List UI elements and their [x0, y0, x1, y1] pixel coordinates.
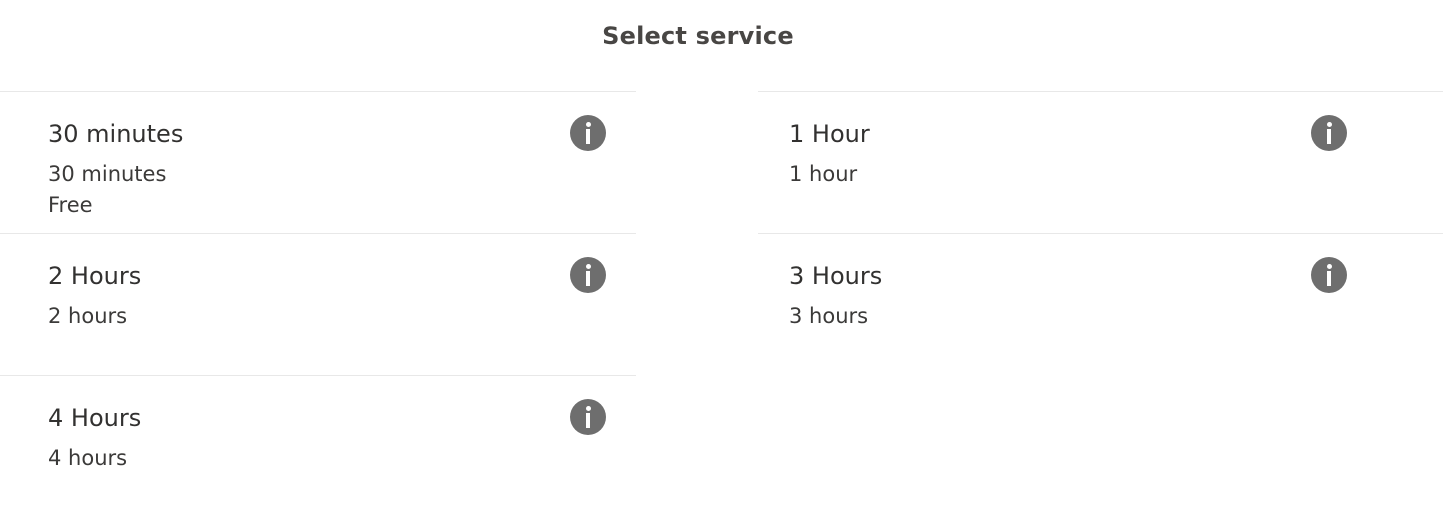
- info-icon-dot: [1327, 264, 1332, 269]
- service-duration: 30 minutes: [48, 162, 167, 186]
- service-name: 3 Hours: [789, 262, 883, 290]
- info-icon[interactable]: [1311, 115, 1347, 151]
- page-title: Select service: [602, 22, 794, 50]
- info-icon-stem: [586, 271, 590, 286]
- service-card-1-hour[interactable]: 1 Hour 1 hour: [758, 91, 1443, 233]
- info-icon[interactable]: [570, 115, 606, 151]
- info-icon[interactable]: [1311, 257, 1347, 293]
- empty-slot: [758, 375, 1443, 505]
- service-row: 30 minutes 30 minutes Free 1 Hour 1 hour: [0, 91, 1443, 233]
- service-duration: 4 hours: [48, 446, 128, 470]
- service-card-2-hours[interactable]: 2 Hours 2 hours: [0, 233, 636, 375]
- service-card-30-minutes[interactable]: 30 minutes 30 minutes Free: [0, 91, 636, 233]
- info-icon-dot: [586, 406, 591, 411]
- info-icon-stem: [1327, 129, 1331, 144]
- service-name: 4 Hours: [48, 404, 142, 432]
- info-icon-dot: [1327, 122, 1332, 127]
- service-card-3-hours[interactable]: 3 Hours 3 hours: [758, 233, 1443, 375]
- service-list: 30 minutes 30 minutes Free 1 Hour 1 hour: [0, 91, 1443, 505]
- service-duration: 3 hours: [789, 304, 869, 328]
- service-duration: 1 hour: [789, 162, 858, 186]
- service-row: 2 Hours 2 hours 3 Hours 3 hours: [0, 233, 1443, 375]
- info-icon[interactable]: [570, 257, 606, 293]
- info-icon[interactable]: [570, 399, 606, 435]
- service-price: Free: [48, 193, 93, 217]
- info-icon-stem: [586, 413, 590, 428]
- info-icon-dot: [586, 122, 591, 127]
- info-icon-dot: [586, 264, 591, 269]
- service-row: 4 Hours 4 hours: [0, 375, 1443, 505]
- service-name: 2 Hours: [48, 262, 142, 290]
- service-name: 30 minutes: [48, 120, 184, 148]
- service-selection-page: Select service 30 minutes 30 minutes Fre…: [0, 0, 1443, 509]
- service-name: 1 Hour: [789, 120, 870, 148]
- info-icon-stem: [1327, 271, 1331, 286]
- service-duration: 2 hours: [48, 304, 128, 328]
- info-icon-stem: [586, 129, 590, 144]
- service-card-4-hours[interactable]: 4 Hours 4 hours: [0, 375, 636, 505]
